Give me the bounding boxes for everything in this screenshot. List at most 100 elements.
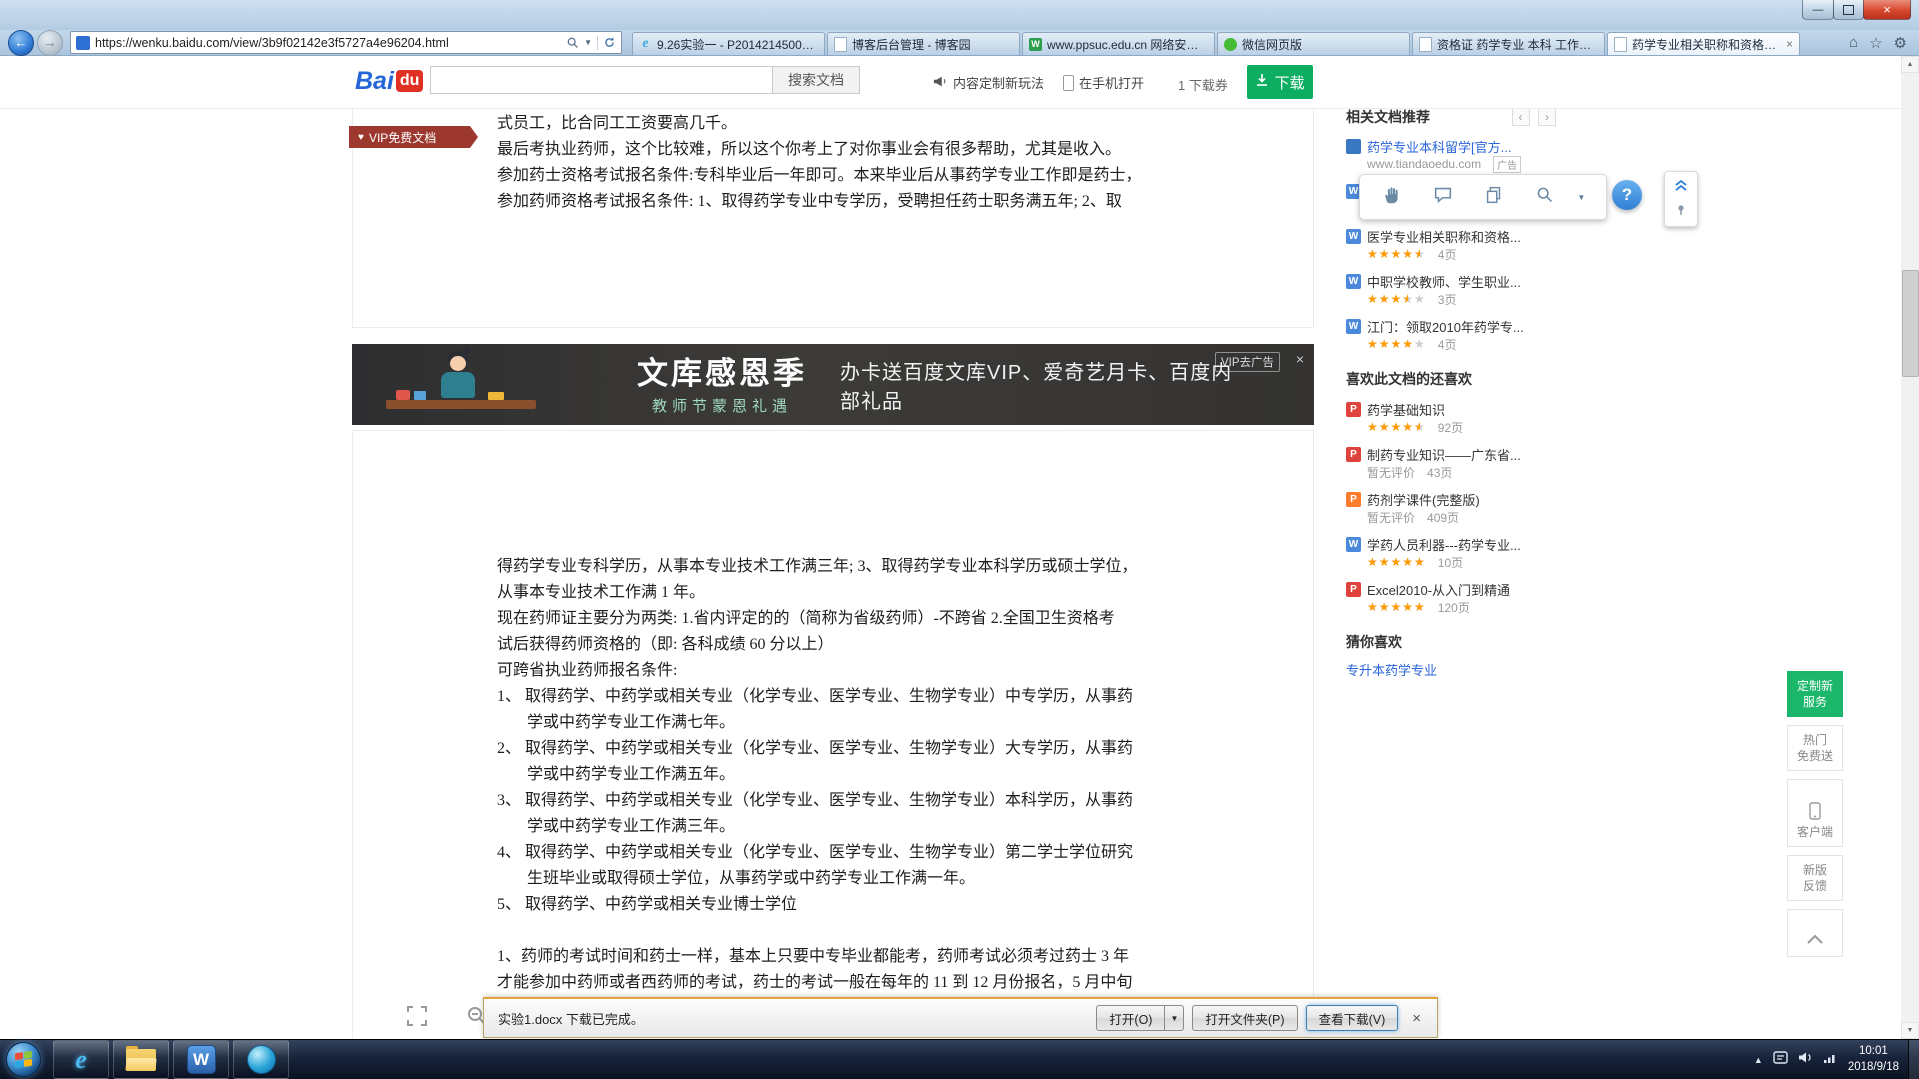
maximize-button[interactable] (1833, 0, 1864, 20)
back-to-top-button[interactable] (1787, 909, 1843, 957)
doc-type-icon (1346, 138, 1361, 154)
taskbar-clock[interactable]: 10:01 2018/9/18 (1848, 1044, 1899, 1075)
ad-close-icon[interactable]: × (1296, 351, 1304, 367)
doc-title-link[interactable]: 药剂学课件(完整版) (1367, 490, 1480, 509)
browser-tab[interactable]: e 9.26实验一 - P20142145000... (632, 32, 825, 55)
open-button[interactable]: 打开(O) (1096, 1005, 1166, 1031)
vip-icon: ♥ (358, 131, 364, 143)
pager-prev-button[interactable]: ‹ (1511, 108, 1530, 126)
ad-subtitle: 教师节蒙恩礼遇 (651, 398, 792, 415)
speaker-icon[interactable] (1798, 1051, 1813, 1069)
tab-close-icon[interactable]: × (1786, 37, 1793, 51)
ime-tray-icon[interactable] (1773, 1050, 1788, 1069)
taskbar-ie-button[interactable]: e (53, 1040, 109, 1079)
doc-list-item[interactable]: W 中职学校教师、学生职业...★★★★★★★★★★ 3页 (1346, 272, 1556, 308)
url-text[interactable]: https://wenku.baidu.com/view/3b9f02142e3… (95, 36, 561, 50)
browser-tab[interactable]: 资格证 药学专业 本科 工作满... (1412, 32, 1605, 55)
download-button[interactable]: 下载 (1247, 65, 1313, 99)
divider (597, 35, 598, 50)
doc-type-icon: P (1346, 581, 1361, 597)
doc-list-item[interactable]: P 药剂学课件(完整版) 暂无评价 409页 (1346, 490, 1556, 526)
doc-title-link[interactable]: 药学专业本科留学[官方... (1367, 137, 1511, 156)
scroll-up-arrow-icon[interactable]: ▲ (1901, 56, 1919, 73)
favorites-star-icon[interactable]: ☆ (1869, 34, 1882, 52)
hand-tool-icon[interactable] (1381, 184, 1403, 211)
doc-list-item[interactable]: 药学专业本科留学[官方... www.tiandaoedu.com 广告 (1346, 137, 1556, 173)
recommend-list: 药学专业本科留学[官方... www.tiandaoedu.com 广告 W W 医学专业… (1346, 137, 1556, 353)
custom-service-button[interactable]: 定制新 服务 (1787, 671, 1843, 717)
fullscreen-icon[interactable] (405, 1004, 429, 1033)
minimize-button[interactable]: — (1802, 0, 1834, 20)
view-downloads-button[interactable]: 查看下载(V) (1305, 1005, 1399, 1031)
gear-icon[interactable]: ⚙ (1894, 34, 1907, 52)
page2-text: 得药学专业专科学历，从事本专业技术工作满三年; 3、取得药学专业本科学历或硕士学… (353, 431, 1313, 1022)
download-notification-bar: 实验1.docx 下载已完成。 打开(O) ▼ 打开文件夹(P) 查看下载(V) … (483, 997, 1438, 1038)
vip-free-ribbon[interactable]: ♥ VIP免费文档 (349, 126, 478, 148)
taskbar-explorer-button[interactable] (113, 1040, 169, 1079)
downloadbar-close-icon[interactable]: × (1406, 1010, 1427, 1027)
network-icon[interactable] (1823, 1051, 1838, 1069)
copy-pages-icon[interactable] (1483, 184, 1505, 211)
doc-list-item[interactable]: P 制药专业知识——广东省... 暂无评价 43页 (1346, 445, 1556, 481)
doc-title-link[interactable]: 中职学校教师、学生职业... (1367, 272, 1521, 291)
doc-title-link[interactable]: 医学专业相关职称和资格... (1367, 227, 1521, 246)
forward-button[interactable]: → (37, 29, 63, 56)
client-app-button[interactable]: 客户端 (1787, 779, 1843, 847)
doc-list-item[interactable]: W 医学专业相关职称和资格...★★★★★★★★★★ 4页 (1346, 227, 1556, 263)
hot-free-button[interactable]: 热门 免费送 (1787, 725, 1843, 771)
show-desktop-button[interactable] (1908, 1040, 1919, 1079)
scroll-down-arrow-icon[interactable]: ▼ (1901, 1022, 1919, 1039)
search-zoom-icon[interactable] (1534, 184, 1556, 211)
open-on-phone-link[interactable]: 在手机打开 (1063, 73, 1144, 92)
doc-title-link[interactable]: 药学基础知识 (1367, 400, 1445, 419)
browser-tab[interactable]: 药学专业相关职称和资格证... × (1607, 32, 1800, 55)
chevron-down-icon[interactable]: ▼ (1577, 193, 1585, 202)
close-button[interactable]: × (1863, 0, 1911, 20)
scrollbar-thumb[interactable] (1902, 270, 1919, 377)
taskbar-word-button[interactable]: W (173, 1040, 229, 1079)
browser-tab[interactable]: Wwww.ppsuc.edu.cn 网络安全... (1022, 32, 1215, 55)
browser-tab[interactable]: 微信网页版 (1217, 32, 1410, 55)
refresh-icon[interactable] (603, 36, 616, 49)
taskbar-app-button[interactable] (233, 1040, 289, 1079)
open-folder-button[interactable]: 打开文件夹(P) (1192, 1005, 1298, 1031)
tab-favicon-icon (1224, 37, 1237, 51)
start-button[interactable] (6, 1042, 41, 1077)
url-dropdown-icon[interactable]: ▼ (584, 38, 592, 47)
tab-title: 微信网页版 (1242, 37, 1303, 52)
page-count: 409页 (1427, 510, 1460, 525)
search-input[interactable] (430, 66, 773, 94)
feedback-button[interactable]: 新版 反馈 (1787, 855, 1843, 901)
comment-icon[interactable] (1432, 184, 1454, 211)
doc-title-link[interactable]: 学药人员利器---药学专业... (1367, 535, 1521, 554)
address-bar[interactable]: https://wenku.baidu.com/view/3b9f02142e3… (70, 31, 622, 54)
doc-list-item[interactable]: W 学药人员利器---药学专业... ★★★★★ ★★★★★ 10页 (1346, 535, 1556, 571)
doc-title-link[interactable]: Excel2010-从入门到精通 (1367, 580, 1510, 599)
home-icon[interactable]: ⌂ (1849, 34, 1858, 52)
guess-link[interactable]: 专升本药学专业 (1346, 660, 1556, 679)
vertical-scrollbar[interactable]: ▲ ▼ (1901, 56, 1919, 1039)
search-button[interactable]: 搜索文档 (772, 66, 860, 94)
document-line: 参加药士资格考试报名条件:专科毕业后一年即可。本来毕业后从事药学专业工作即是药士… (497, 167, 1142, 184)
toolbar-collapse-button[interactable] (1664, 171, 1698, 227)
doc-title-link[interactable]: 制药专业知识——广东省... (1367, 445, 1521, 464)
help-button[interactable]: ? (1612, 180, 1642, 210)
ad-banner[interactable]: 文库感恩季 教师节蒙恩礼遇 办卡送百度文库VIP、爱奇艺月卡、百度内部礼品 VI… (352, 344, 1314, 425)
doc-list-item[interactable]: P Excel2010-从入门到精通 ★★★★★ ★★★★★ 120页 (1346, 580, 1556, 616)
tray-expand-icon[interactable]: ▲ (1754, 1055, 1763, 1065)
minimize-icon: — (1812, 3, 1824, 16)
vip-remove-ads-button[interactable]: VIP去广告 (1214, 352, 1280, 372)
doc-list-item[interactable]: W 江门：领取2010年药学专...★★★★★★★★★★ 4页 (1346, 317, 1556, 353)
search-icon[interactable] (566, 36, 579, 49)
doc-title-link[interactable]: 江门：领取2010年药学专... (1367, 317, 1524, 336)
maximize-icon (1843, 4, 1854, 15)
double-chevron-up-icon (1673, 177, 1689, 198)
browser-tab[interactable]: 博客后台管理 - 博客园 (827, 32, 1020, 55)
open-dropdown-button[interactable]: ▼ (1165, 1005, 1185, 1031)
guess-title: 猜你喜欢 (1346, 634, 1402, 650)
pager-next-button[interactable]: › (1538, 108, 1556, 126)
back-button[interactable]: ← (8, 29, 34, 56)
doc-list-item[interactable]: P 药学基础知识★★★★★★★★★★ 92页 (1346, 400, 1556, 436)
rating-stars: ★★★★★★★★★★ (1367, 600, 1426, 614)
content-promo-link[interactable]: 内容定制新玩法 (933, 73, 1044, 92)
